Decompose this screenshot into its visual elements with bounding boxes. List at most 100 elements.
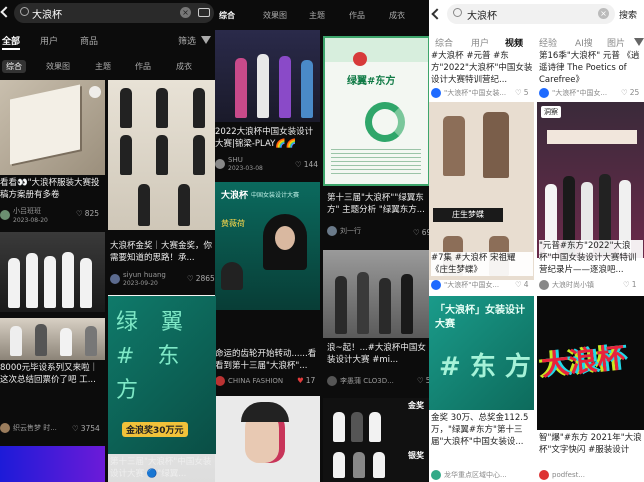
like-count[interactable]: ♡ 144: [295, 160, 318, 169]
author[interactable]: 刘一行: [340, 226, 361, 236]
like-count[interactable]: ♡ 825: [76, 209, 99, 218]
card-title[interactable]: 浪~起！...#大浪杯中国女装设计大赛 #mi...: [327, 342, 429, 366]
hair-shape: [241, 402, 289, 422]
card-image-stage[interactable]: [0, 446, 105, 482]
filter-button[interactable]: 筛选: [178, 34, 196, 47]
like-count[interactable]: ♡ 3754: [72, 424, 100, 433]
subtab-rendering[interactable]: 效果图: [46, 61, 70, 72]
card-title[interactable]: 8000元毕设系列又来啦｜这次总结回票价了吧 工...: [0, 362, 104, 386]
author[interactable]: 龙华重点区域中心...: [444, 470, 507, 480]
author[interactable]: CHINA FASHION: [228, 377, 283, 385]
card-title[interactable]: 第十三届"大浪杯""绿翼东方" 主题分析 "绿翼东方...: [327, 192, 429, 218]
author[interactable]: SHU 2023-03-08: [228, 156, 263, 172]
subtab-works[interactable]: 作品: [135, 61, 151, 72]
author[interactable]: 织云售梦 时...: [13, 423, 57, 433]
subtab-garments[interactable]: 成衣: [176, 61, 192, 72]
clear-icon[interactable]: ×: [598, 8, 609, 19]
search-input[interactable]: 大浪杯 ×: [14, 3, 214, 23]
subtab-general[interactable]: 综合: [2, 60, 26, 73]
clear-icon[interactable]: ×: [180, 7, 191, 18]
card-title[interactable]: 第16季"大浪杯" 元普 《逍遥诗律 The Poetics of Carefr…: [539, 50, 643, 86]
author[interactable]: "大浪杯"中国女...: [444, 280, 499, 290]
tab-images[interactable]: 图片: [607, 36, 625, 49]
subtab-rendering[interactable]: 效果图: [263, 10, 287, 21]
avatar[interactable]: [431, 88, 441, 98]
card-image-glitch-poster[interactable]: 大浪杯: [537, 296, 644, 430]
subtab-works[interactable]: 作品: [349, 10, 365, 21]
avatar[interactable]: [0, 423, 10, 433]
avatar[interactable]: [327, 226, 337, 236]
tab-users[interactable]: 用户: [40, 34, 58, 47]
subtab-garments[interactable]: 成衣: [389, 10, 405, 21]
play-icon[interactable]: [89, 86, 101, 98]
filter-icon[interactable]: [201, 36, 211, 44]
card-image-runway-stage[interactable]: [215, 30, 320, 122]
tab-all[interactable]: 全部: [2, 34, 20, 47]
like-count[interactable]: ♡ 25: [621, 88, 639, 97]
author[interactable]: "大浪杯"中国女装...: [444, 88, 506, 98]
back-icon[interactable]: [0, 6, 12, 18]
tab-ai-search[interactable]: AI搜: [575, 36, 593, 49]
card-image-dalangbei-poster[interactable]: 「大浪杯」女装设计大赛 # 东 方: [429, 296, 534, 410]
card-title[interactable]: 看看👀"大浪杯服装大赛投稿方案册有多卷: [0, 177, 104, 201]
card-image-green-wing-poster[interactable]: 绿 翼 # 东 方 金浪奖30万元: [108, 296, 216, 454]
subtab-theme[interactable]: 主题: [309, 10, 325, 21]
like-count[interactable]: ♡ 5: [515, 88, 529, 97]
card-image-face-portrait[interactable]: [215, 396, 320, 482]
flower-icon: [353, 52, 367, 66]
card-title[interactable]: #大浪杯 #元普 #东方"2022"大浪杯"中国女装设计大赛特训营纪...: [431, 50, 533, 86]
card-title[interactable]: 金奖 30万、总奖金112.5 万，"绿翼#东方"第十三届"大浪杯"中国女装设.…: [431, 412, 533, 460]
card-image-mannequins[interactable]: [0, 232, 105, 312]
avatar[interactable]: [110, 274, 120, 284]
tab-users[interactable]: 用户: [471, 36, 489, 49]
like-count[interactable]: ♡ 4: [515, 280, 529, 289]
author[interactable]: 大浪时尚小镇: [552, 280, 594, 290]
avatar[interactable]: [215, 376, 225, 386]
card-image-museum-crowd[interactable]: 洞察: [537, 102, 644, 258]
avatar[interactable]: [215, 159, 225, 169]
avatar[interactable]: [0, 210, 10, 220]
card-title[interactable]: #7集 #大浪杯 宋祖耀 《庄生梦蝶》: [431, 252, 533, 276]
poster-big-text: 大浪杯: [539, 340, 627, 383]
card-image-book[interactable]: [0, 80, 105, 175]
tab-general[interactable]: 综合: [435, 36, 453, 49]
avatar[interactable]: [327, 376, 337, 386]
like-count[interactable]: ♡69: [413, 228, 430, 237]
back-icon[interactable]: [431, 8, 443, 20]
card-title[interactable]: "元普#东方"2022"大浪杯"中国女装设计大赛特训营纪录片——逐浪吧...: [539, 240, 643, 276]
card-image-designer-poster[interactable]: 大浪杯 中国女装设计大赛 黄薇荷: [215, 182, 320, 310]
author[interactable]: 小吕班班 2023-08-20: [13, 206, 48, 224]
tab-products[interactable]: 商品: [80, 34, 98, 47]
search-button[interactable]: 搜索: [619, 8, 637, 21]
subtab-general[interactable]: 综合: [219, 10, 235, 21]
avatar[interactable]: [431, 280, 441, 290]
subtab-theme[interactable]: 主题: [95, 61, 111, 72]
search-input[interactable]: 大浪杯 ×: [447, 4, 615, 24]
card-title[interactable]: 智"爆"#东方 2021年"大浪杯"文字快闪 #服装设计: [539, 432, 643, 468]
camera-icon[interactable]: [198, 8, 210, 17]
filter-icon[interactable]: [634, 38, 644, 46]
card-title[interactable]: 2022大浪杯中国女装设计大赛|锦梁-PLAY🌈🌈: [215, 126, 319, 150]
avatar[interactable]: [539, 88, 549, 98]
card-title[interactable]: 第十三届"大浪杯"中国女装设计大赛 🔵"绿翼...: [110, 456, 214, 480]
avatar[interactable]: [431, 470, 441, 480]
card-title[interactable]: 大浪杯金奖｜大赛金奖，你需要知道的思路！承...: [110, 240, 214, 264]
author[interactable]: 李愚蒲 CLO3D...: [340, 376, 394, 386]
author[interactable]: siyun huang 2023-09-20: [123, 271, 166, 287]
tab-video[interactable]: 视频: [505, 36, 523, 49]
heart-icon: ♡: [76, 209, 83, 218]
tab-experience[interactable]: 经验: [539, 36, 557, 49]
card-image-black-garments[interactable]: [108, 80, 215, 230]
card-image-award-stage[interactable]: 金奖 银奖: [323, 398, 430, 482]
card-title[interactable]: 命运的齿轮开始转动......看看到第十三届"大浪杯"...: [215, 348, 319, 372]
like-count[interactable]: ♥ 17: [297, 376, 315, 385]
avatar[interactable]: [539, 470, 549, 480]
like-count[interactable]: ♡ 1: [623, 280, 637, 289]
avatar[interactable]: [539, 280, 549, 290]
card-image-runway[interactable]: [0, 318, 105, 360]
author[interactable]: "大浪杯"中国女...: [552, 88, 607, 98]
card-image-sketch-figures[interactable]: [323, 250, 430, 338]
card-image-green-poster[interactable]: 绿翼#东方: [323, 36, 430, 186]
author[interactable]: podfest...: [552, 471, 585, 479]
like-count[interactable]: ♡ 2865: [187, 274, 215, 283]
